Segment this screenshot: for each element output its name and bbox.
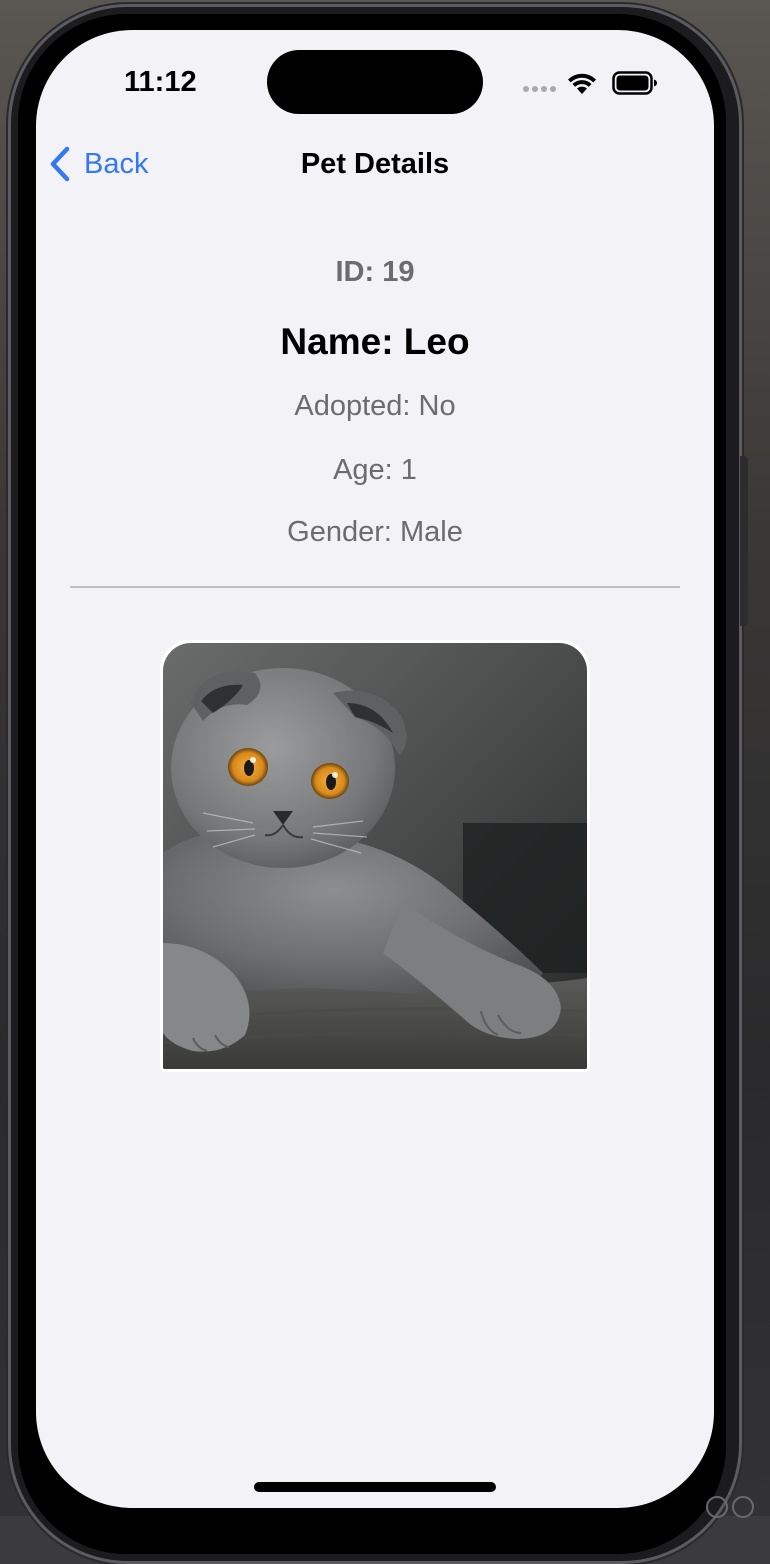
chevron-left-icon	[50, 146, 70, 182]
status-time: 11:12	[124, 66, 197, 98]
close-icon	[732, 1496, 754, 1518]
home-indicator	[254, 1482, 496, 1492]
back-button-label: Back	[84, 147, 149, 180]
simulator-corner-controls	[706, 1496, 754, 1518]
pet-adopted-status: Adopted: No	[294, 390, 456, 422]
back-button[interactable]: Back	[48, 144, 148, 184]
pet-photo-frame	[160, 640, 590, 1072]
pet-id: ID: 19	[335, 256, 415, 288]
wifi-icon	[568, 73, 596, 94]
side-button	[740, 456, 748, 626]
pet-gender: Gender: Male	[287, 516, 463, 548]
pet-age: Age: 1	[333, 454, 417, 486]
pet-photo	[163, 643, 587, 1069]
divider	[70, 586, 680, 588]
clock-icon	[706, 1496, 728, 1518]
signal-dots-icon	[523, 86, 556, 92]
dynamic-island	[267, 50, 483, 114]
battery-icon	[612, 71, 657, 95]
phone-screen: 11:12 Back Pet Details ID: 19 Name: Leo …	[36, 30, 714, 1508]
pet-name: Name: Leo	[280, 321, 470, 362]
